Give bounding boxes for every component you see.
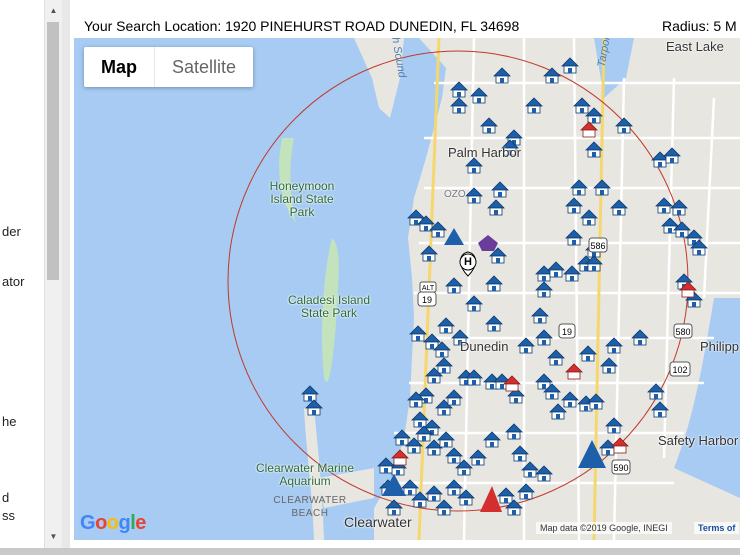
- bottom-strip: [0, 548, 740, 555]
- clearwater-aquarium-label: Clearwater Marine Aquarium: [255, 461, 355, 488]
- ozona-label: OZO: [444, 189, 466, 200]
- map-type-satellite-button[interactable]: Satellite: [154, 47, 253, 87]
- scroll-down-arrow-icon[interactable]: ▼: [45, 528, 62, 545]
- sidebar-text-fragment: ss: [2, 508, 15, 523]
- road-shield-580-label: 580: [675, 327, 691, 337]
- road-shield-alt-label: ALT: [421, 285, 435, 292]
- scroll-thumb[interactable]: [47, 22, 59, 280]
- panel-gap: [62, 0, 70, 555]
- google-logo: Google: [80, 512, 146, 534]
- safety-harbor-label: Safety Harbor: [658, 433, 739, 448]
- honeymoon-island-label: Honeymoon Island State Park: [269, 179, 335, 219]
- left-sidebar-panel: der ator he d ss ▲ ▼: [0, 0, 63, 548]
- sidebar-text-fragment: he: [2, 414, 17, 429]
- philippe-label: Philipp: [700, 339, 740, 354]
- palm-harbor-label: Palm Harbor: [448, 145, 521, 160]
- east-lake-label: East Lake: [666, 39, 724, 54]
- sidebar-text-fragment: ator: [2, 274, 25, 289]
- dunedin-label: Dunedin: [460, 339, 509, 354]
- map-card: Your Search Location: 1920 PINEHURST ROA…: [70, 0, 740, 548]
- road-shield-19-label: 19: [421, 295, 432, 305]
- caladesi-island-label: Caladesi Island State Park: [287, 293, 371, 320]
- search-header: Your Search Location: 1920 PINEHURST ROA…: [70, 0, 740, 38]
- scroll-up-arrow-icon[interactable]: ▲: [45, 2, 62, 19]
- home-marker-letter: H: [464, 256, 472, 268]
- sidebar-text-fragment: der: [2, 224, 21, 239]
- map-canvas: [227, 38, 740, 540]
- map-type-map-button[interactable]: Map: [84, 47, 154, 87]
- sidebar-text-fragment: d: [2, 490, 10, 505]
- road-shield-19-label: 19: [561, 327, 572, 337]
- search-location-text: Your Search Location: 1920 PINEHURST ROA…: [84, 18, 520, 34]
- clearwater-beach-label: CLEARWATER BEACH: [273, 495, 347, 519]
- map-view[interactable]: Map Satellite Honeymoon Island State Par…: [74, 38, 740, 540]
- map-attribution: Map data ©2019 Google, INEGI: [536, 522, 672, 534]
- clearwater-label: Clearwater: [344, 514, 412, 530]
- terms-link[interactable]: Terms of: [694, 522, 740, 534]
- road-shield-586-label: 586: [590, 241, 606, 251]
- sidebar-scrollbar[interactable]: ▲ ▼: [44, 0, 62, 548]
- road-shield-590-label: 590: [613, 463, 629, 473]
- map-type-control: Map Satellite: [84, 47, 254, 87]
- road-shield-102-label: 102: [672, 365, 688, 375]
- radius-text: Radius: 5 M: [662, 18, 737, 34]
